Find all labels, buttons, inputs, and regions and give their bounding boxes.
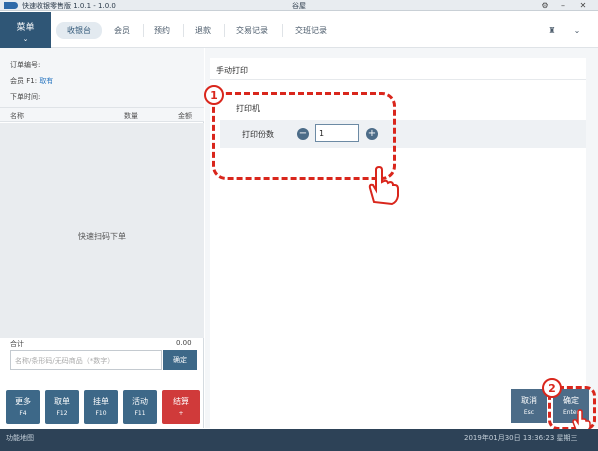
chevron-down-icon: ⌄ [22,35,29,43]
checkout-label: 结算 [173,397,189,406]
nav-divider [282,24,283,37]
member-link[interactable]: 取有 [39,77,53,85]
tab-shift-records[interactable]: 交班记录 [287,22,335,39]
cancel-key: Esc [523,409,535,416]
search-confirm-button[interactable]: 确定 [163,350,197,370]
minimize-icon[interactable]: – [556,0,570,11]
status-datetime: 2019年01月30日 13:36:23 星期三 [464,434,578,442]
nav-divider [224,24,225,37]
order-number-label: 订单编号: [10,61,41,69]
function-map-link[interactable]: 功能地图 [6,433,34,443]
hold-order-button[interactable]: 挂单 F10 [84,390,118,424]
tab-cashier[interactable]: 收银台 [56,22,102,39]
list-header: 名称 数量 金额 [0,108,204,122]
window-title: 谷屋 [292,2,306,10]
empty-hint: 快速扫码下单 [78,232,126,241]
tab-appointment[interactable]: 预约 [147,22,177,39]
step-badge: 1 [204,85,224,105]
member-key: F1: [26,77,38,85]
column-amount: 金额 [178,112,192,120]
order-panel: 订单编号: 会员 F1: 取有 下单时间: 名称 数量 金额 快速扫码下单 合计… [0,48,204,428]
print-section-title: 手动打印 [210,58,586,80]
step-badge: 2 [542,378,562,398]
retrieve-order-button[interactable]: 取单 F12 [45,390,79,424]
more-button[interactable]: 更多 F4 [6,390,40,424]
total-value: 0.00 [176,339,192,347]
menu-label: 菜单 [16,23,35,33]
order-info: 订单编号: 会员 F1: 取有 下单时间: [0,48,204,108]
title-bar: 快速收银零售版 1.0.1 - 1.0.0 谷屋 ⚙ – ✕ [0,0,598,11]
total-label: 合计 [10,340,24,348]
retrieve-key: F12 [56,410,68,417]
promotion-button[interactable]: 活动 F11 [123,390,157,424]
top-nav: 收银台 会员 预约 退款 交易记录 交班记录 ♜ ⌄ [51,12,598,48]
cancel-button[interactable]: 取消 Esc [511,389,547,423]
chevron-down-icon[interactable]: ⌄ [569,22,585,39]
tab-member[interactable]: 会员 [106,22,138,39]
nav-divider [183,24,184,37]
member-label: 会员 [10,77,24,85]
column-name: 名称 [10,112,24,120]
checkout-key: + [178,410,184,417]
nav-divider [143,24,144,37]
member-row: 会员 F1: 取有 [10,76,53,86]
order-time-label: 下单时间: [10,93,41,101]
tab-transactions[interactable]: 交易记录 [228,22,276,39]
item-list: 快速扫码下单 [0,123,204,338]
promotion-key: F11 [134,410,146,417]
menu-button[interactable]: 菜单 ⌄ [0,12,51,48]
column-quantity: 数量 [124,112,138,120]
gear-icon[interactable]: ⚙ [538,0,552,11]
promotion-label: 活动 [132,397,148,406]
cancel-label: 取消 [521,396,537,405]
total-row: 合计 0.00 [0,338,204,350]
checkout-button[interactable]: 结算 + [162,390,200,424]
more-label: 更多 [15,397,31,406]
hold-label: 挂单 [93,397,109,406]
status-bar: 功能地图 2019年01月30日 13:36:23 星期三 [0,429,598,451]
close-icon[interactable]: ✕ [576,0,590,11]
retrieve-label: 取单 [54,397,70,406]
store-icon[interactable]: ♜ [545,22,559,39]
hold-key: F10 [95,410,107,417]
tab-refund[interactable]: 退款 [188,22,218,39]
more-key: F4 [19,410,27,417]
search-input[interactable]: 名称/条形码/无码商品（*数字） [10,350,162,370]
hand-cursor-icon [368,165,399,206]
